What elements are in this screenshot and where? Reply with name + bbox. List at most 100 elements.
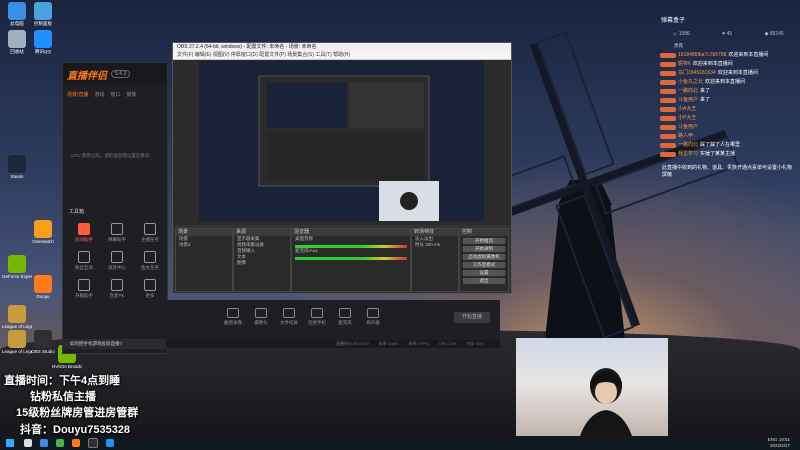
start-live-button[interactable]: 开始直播 <box>454 312 490 323</box>
bottom-bar-button[interactable]: 摄像头 <box>249 308 273 326</box>
chat-username[interactable]: 昵称6 <box>678 61 691 68</box>
toolbox-item[interactable]: 主播任务 <box>135 223 165 243</box>
stat-gifts: 85245 <box>769 31 784 37</box>
transition-duration[interactable]: 时长 300 ms <box>412 242 458 248</box>
fan-badge-icon <box>660 98 676 103</box>
chat-username[interactable]: 斗鱼用户 <box>678 124 698 131</box>
bottom-bar-button[interactable]: 截图录像 <box>221 308 245 326</box>
desktop-icon[interactable]: 腾讯QQ <box>28 30 58 54</box>
desktop-icon[interactable]: Overwatch <box>28 220 58 244</box>
controls-dock: 控制 开始推流 开始录制 启动虚拟摄像机 工作室模式 设置 退出 <box>459 228 509 292</box>
bottom-bar-button[interactable]: 连接手机 <box>305 308 329 326</box>
version-badge: 5.4.3 <box>111 70 131 78</box>
chat-text: 踩了踩了人在哪里 <box>700 142 741 148</box>
chat-message: 一路向北 来了 <box>656 87 800 96</box>
obs-window[interactable]: OBS 27.2.4 (64-bit, windows) - 配置文件: 未命名… <box>172 42 512 294</box>
bottom-bar-button[interactable]: 文件投屏 <box>277 308 301 326</box>
chat-message: 路人甲 <box>656 132 800 141</box>
tool-icon <box>144 251 156 263</box>
chat-messages: 1518486fba7c7b5788 欢迎来到本直播间 昵称6 欢迎来到本直播间 鸟门1… <box>656 51 800 159</box>
system-tray[interactable]: ENG 19:51 2022/2/27 <box>768 437 790 449</box>
fan-badge-icon <box>660 62 676 67</box>
settings-button[interactable]: 设置 <box>463 270 505 276</box>
toolbox-item[interactable]: 更多 <box>135 279 165 299</box>
chat-username[interactable]: 小鱼丸之北 <box>678 79 703 86</box>
language-indicator[interactable]: ENG <box>768 437 778 442</box>
bottom-bar-icon <box>227 308 239 318</box>
chat-message: 小A大王 <box>656 105 800 114</box>
scenes-header: 场景 <box>176 229 232 236</box>
chat-username[interactable]: 小P大王 <box>678 115 696 122</box>
chat-username[interactable]: 小A大王 <box>678 106 696 113</box>
chat-username[interactable]: 一路向北 <box>678 142 698 149</box>
bottom-bar-button[interactable]: 扬声器 <box>361 308 385 326</box>
start-recording-button[interactable]: 开始录制 <box>463 246 505 252</box>
windows-start-icon[interactable] <box>6 439 14 447</box>
fan-badge-icon <box>660 53 676 58</box>
app-icon <box>34 220 52 238</box>
status-fps: 帧率 0 FPS <box>408 341 429 346</box>
search-icon[interactable] <box>24 439 32 447</box>
toolbox-item[interactable]: 开箱助手 <box>69 279 99 299</box>
mixer-channel: 桌面音频 <box>295 236 313 241</box>
douyu-taskbar-icon[interactable] <box>72 439 80 447</box>
virtual-camera-button[interactable]: 启动虚拟摄像机 <box>463 254 505 260</box>
tip-banner[interactable]: 如何把手机游戏投屏直播? <box>62 339 166 349</box>
app-icon <box>8 305 26 323</box>
fan-badge-icon <box>660 116 676 121</box>
toolbox-item[interactable]: 弹幕助手 <box>102 223 132 243</box>
chat-username[interactable]: 1518486fba7c7b5788 <box>678 52 726 59</box>
obs-menubar[interactable]: 文件(F) 编辑(E) 视图(V) 停靠窗口(D) 配置文件(P) 场景集合(S… <box>173 52 511 60</box>
toolbox-item[interactable]: 粉丝互动 <box>69 251 99 271</box>
obs-docks: 场景 场景 场景2 来源 显示器采集 视频采集设备 音频输入 文本 图像 混音器… <box>173 225 511 293</box>
tab-camera[interactable]: 摄像 <box>126 91 136 98</box>
tab-scene[interactable]: 场景/直播 <box>67 91 88 98</box>
douyu-header: 直播伴侣 5.4.3 <box>63 63 167 85</box>
bottom-bar-button[interactable]: 麦克风 <box>333 308 357 326</box>
toolbox-item[interactable]: 道具中心 <box>102 251 132 271</box>
toolbox-item[interactable]: 房间助手 <box>69 223 99 243</box>
vip-header: 贵宾 <box>674 43 683 48</box>
fan-group-text: 15级粉丝牌房管进房管群 <box>16 407 139 419</box>
desktop-icon[interactable]: Steam <box>2 155 32 179</box>
scene-item[interactable]: 场景2 <box>176 242 232 248</box>
tool-icon <box>111 223 123 235</box>
fan-badge-icon <box>660 152 676 157</box>
chat-username[interactable]: 路人甲 <box>678 133 693 140</box>
obs-taskbar-icon[interactable] <box>88 438 98 448</box>
chat-message: 鸟门1845181634 欢迎来到本直播间 <box>656 69 800 78</box>
chrome-icon[interactable] <box>56 439 64 447</box>
chat-text: 欢迎来到本直播间 <box>705 79 746 85</box>
desktop-icon[interactable]: 控制面板 <box>28 2 58 26</box>
chat-message: 昵称6 欢迎来到本直播间 <box>656 60 800 69</box>
chat-username[interactable]: 一路向北 <box>678 88 698 95</box>
desktop-icon[interactable]: Douyu <box>28 275 58 299</box>
tool-icon <box>78 251 90 263</box>
bottom-bar-label: 连接手机 <box>308 320 326 325</box>
obs-titlebar[interactable]: OBS 27.2.4 (64-bit, windows) - 配置文件: 未命名… <box>173 43 511 52</box>
tool-label: 鱼丸任务 <box>141 265 159 270</box>
bottom-bar-label: 文件投屏 <box>280 320 298 325</box>
studio-mode-button[interactable]: 工作室模式 <box>463 262 505 268</box>
chat-title: 弹幕盒子 <box>661 18 686 24</box>
file-explorer-icon[interactable] <box>40 439 48 447</box>
start-streaming-button[interactable]: 开始推流 <box>463 238 505 244</box>
source-item[interactable]: 图像 <box>234 260 290 266</box>
exit-button[interactable]: 退出 <box>463 278 505 284</box>
desktop-icon[interactable]: League of Legends <box>2 305 32 329</box>
douyu-logo: 直播伴侣 <box>67 70 107 82</box>
chat-username[interactable]: 鸟门1845181634 <box>678 70 716 77</box>
tool-label: 弹幕助手 <box>108 237 126 242</box>
danmaku-chat-panel: 弹幕盒子 ☺ 1586 ♥ 45 ◆ 85245 贵宾 1518486fba7c… <box>656 12 800 242</box>
tool-label: 连麦PK <box>109 293 125 298</box>
toolbox-item[interactable]: 连麦PK <box>102 279 132 299</box>
tool-icon <box>144 223 156 235</box>
tab-game[interactable]: 游戏 <box>94 91 104 98</box>
toolbox-item[interactable]: 鱼丸任务 <box>135 251 165 271</box>
tab-window[interactable]: 窗口 <box>110 91 120 98</box>
qq-taskbar-icon[interactable] <box>106 439 114 447</box>
status-memory: 内存 45% <box>466 341 484 346</box>
fan-badge-icon <box>660 143 676 148</box>
chat-username[interactable]: 斗鱼用户 <box>678 97 698 104</box>
chat-username[interactable]: 我爱学习 <box>678 151 698 158</box>
